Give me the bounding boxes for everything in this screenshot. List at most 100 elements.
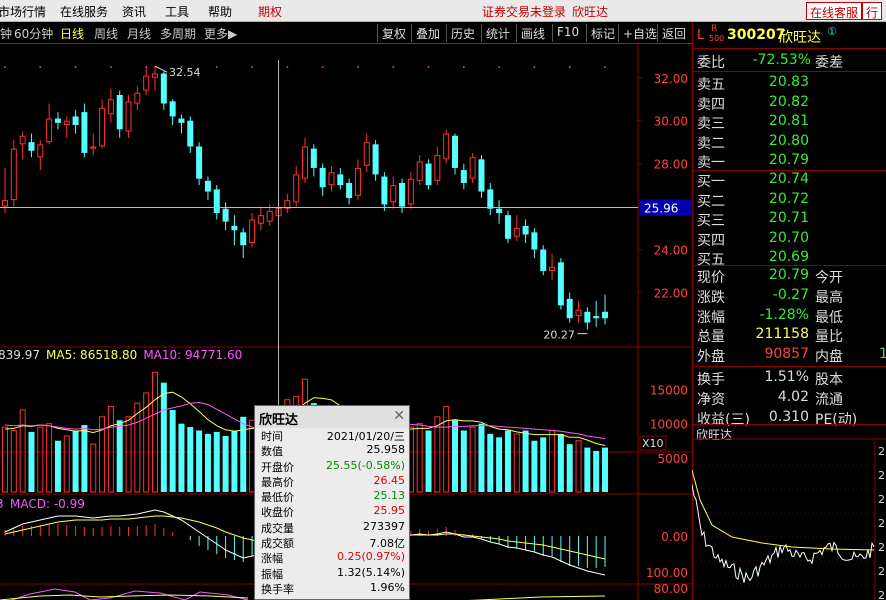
info-icon[interactable]: ① [827, 25, 837, 38]
menu-item-futures[interactable]: 期权 [258, 3, 282, 20]
candle-body[interactable] [63, 120, 70, 125]
candle-body[interactable] [204, 180, 211, 192]
candle-body[interactable] [549, 266, 556, 272]
candle-body[interactable] [557, 262, 564, 306]
candle-body[interactable] [602, 311, 608, 319]
period-tab[interactable]: 月线 [127, 25, 151, 42]
candle-body[interactable] [504, 215, 511, 239]
candle-body[interactable] [257, 215, 264, 224]
candle-body[interactable] [575, 309, 582, 317]
candle-body[interactable] [354, 167, 361, 196]
toolbar-button[interactable]: 统计 [486, 25, 510, 42]
candle-body[interactable] [302, 146, 308, 179]
candle-body[interactable] [54, 118, 61, 123]
candle-body[interactable] [293, 174, 300, 203]
period-tab[interactable]: 更多▶ [204, 25, 237, 42]
candle-body[interactable] [10, 148, 17, 201]
candle-body[interactable] [196, 146, 203, 179]
online-service-button[interactable]: 在线客服 [806, 2, 863, 20]
menu-item[interactable]: 帮助 [208, 3, 232, 20]
menu-item[interactable]: 资讯 [122, 3, 146, 20]
popup-title[interactable]: 欣旺达 ✕ [255, 406, 409, 428]
candle-body[interactable] [478, 159, 485, 192]
candle-body[interactable] [213, 189, 220, 214]
candle-body[interactable] [90, 146, 97, 149]
candle-body[interactable] [222, 208, 229, 222]
candle-body[interactable] [178, 118, 185, 123]
candle-body[interactable] [160, 73, 167, 104]
candle-body[interactable] [460, 170, 467, 183]
candle-body[interactable] [143, 75, 150, 91]
candle-body[interactable] [37, 144, 44, 158]
candle-body[interactable] [152, 73, 158, 78]
close-icon[interactable]: ✕ [393, 408, 405, 424]
candle-body[interactable] [240, 232, 247, 246]
toolbar-button[interactable]: 叠加 [416, 25, 440, 42]
candle-body[interactable] [531, 232, 538, 250]
candle-body[interactable] [390, 185, 397, 203]
candle-body[interactable] [310, 148, 317, 168]
candle-body[interactable] [28, 142, 35, 151]
candle-body[interactable] [81, 112, 88, 153]
candle-body[interactable] [337, 174, 344, 186]
trade-button[interactable]: 行 [862, 2, 883, 20]
menu-item[interactable]: 在线服务 [60, 3, 108, 20]
period-tab[interactable]: 60分钟 [14, 25, 53, 42]
candle-body[interactable] [46, 118, 53, 143]
candle-body[interactable] [2, 200, 8, 207]
toolbar-button[interactable]: F10 [557, 25, 579, 39]
candle-body[interactable] [19, 135, 26, 145]
candle-body[interactable] [452, 135, 458, 168]
candle-body[interactable] [266, 210, 273, 222]
candle-body[interactable] [425, 163, 432, 186]
toolbar-button[interactable]: 标记 [591, 25, 615, 42]
candle-body[interactable] [584, 311, 591, 323]
toolbar-button[interactable]: 画线 [521, 25, 545, 42]
candle-body[interactable] [231, 225, 238, 231]
candle-body[interactable] [99, 107, 106, 147]
candle-body[interactable] [399, 182, 406, 207]
candle-body[interactable] [381, 176, 388, 205]
candle-body[interactable] [407, 178, 414, 205]
period-tab[interactable]: 日线 [60, 25, 84, 42]
candle-body[interactable] [496, 208, 503, 214]
candle-body[interactable] [328, 172, 335, 186]
candle-body[interactable] [487, 189, 494, 209]
candle-body[interactable] [134, 92, 141, 104]
volume-bar [593, 451, 600, 492]
toolbar-button[interactable]: 复权 [382, 25, 406, 42]
menu-item[interactable]: 工具 [165, 3, 189, 20]
period-tab[interactable]: 周线 [94, 25, 118, 42]
candle-body[interactable] [116, 94, 123, 130]
ask-price: 20.80 [768, 132, 809, 149]
period-tab[interactable]: 多周期 [160, 25, 196, 42]
toolbar-button[interactable]: +自选 [623, 25, 657, 42]
candle-body[interactable] [72, 116, 79, 125]
login-status[interactable]: 证券交易未登录 [482, 3, 566, 20]
candle-body[interactable] [416, 161, 423, 181]
candle-body[interactable] [346, 182, 353, 198]
candle-body[interactable] [469, 157, 476, 179]
candle-body[interactable] [107, 99, 114, 115]
candle-body[interactable] [513, 228, 520, 237]
signal-marker [533, 66, 536, 68]
candle-body[interactable] [540, 249, 547, 271]
candle-body[interactable] [593, 316, 600, 319]
toolbar-button[interactable]: 历史 [451, 25, 475, 42]
candle-body[interactable] [566, 298, 573, 319]
candle-body[interactable] [434, 155, 441, 181]
toolbar-button[interactable]: 返回 [662, 25, 686, 42]
ask-row: 卖四 20.82 [693, 94, 886, 113]
intraday-chart-svg[interactable]: 2 2 2 2 2 2 2 [692, 425, 886, 600]
candle-body[interactable] [169, 101, 176, 117]
candle-body[interactable] [522, 225, 529, 235]
period-tab[interactable]: 分钟 [0, 25, 12, 42]
candle-body[interactable] [363, 142, 370, 166]
candle-body[interactable] [443, 133, 450, 160]
candle-body[interactable] [372, 144, 379, 175]
menu-item[interactable]: 市场行情 [0, 3, 46, 20]
candle-body[interactable] [319, 167, 326, 188]
candle-body[interactable] [249, 219, 256, 244]
candle-body[interactable] [125, 101, 132, 132]
candle-body[interactable] [187, 120, 194, 147]
